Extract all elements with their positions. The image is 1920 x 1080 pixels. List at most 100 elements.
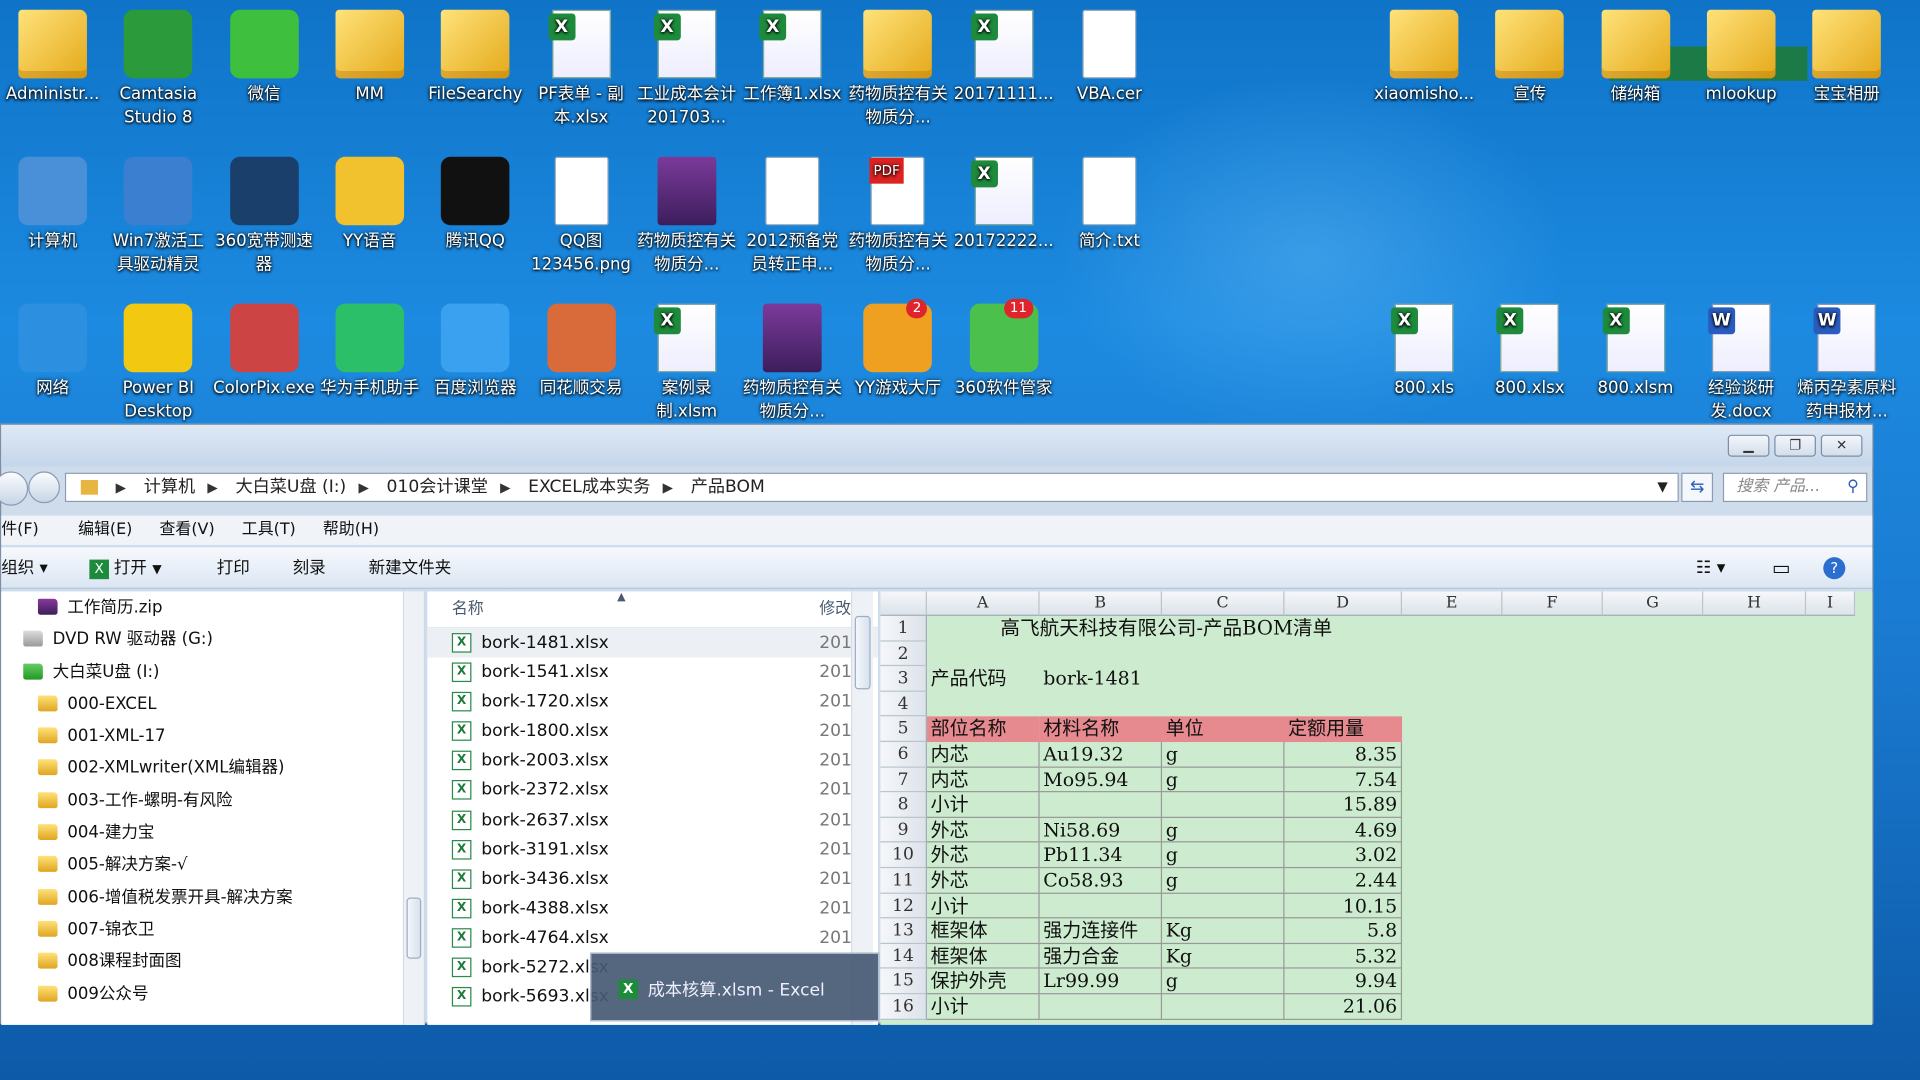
desktop-icon[interactable]: 华为手机助手 [317,303,422,401]
desktop-icon[interactable]: ColorPix.exe [211,303,316,401]
bom-cell[interactable]: 15.89 [1284,792,1403,818]
bom-cell[interactable]: 框架体 [926,918,1040,944]
nav-scroll-thumb[interactable] [406,897,422,959]
row-header[interactable]: 7 [880,767,927,793]
organize-button[interactable]: 组织 ▾ [1,547,48,589]
bom-cell[interactable]: 3.02 [1284,842,1403,869]
bom-cell[interactable]: 强力连接件 [1039,918,1163,944]
desktop-icon[interactable]: QQ图123456.png [528,156,633,277]
column-header[interactable]: F [1502,591,1603,616]
address-bar[interactable]: ▶ 计算机 ▶ 大白菜U盘 (I:) ▶ 010会计课堂 ▶ EXCEL成本实务 ▶ 产… [64,472,1679,503]
refresh-button[interactable]: ⇆ [1681,472,1714,503]
desktop-icon[interactable]: 药物质控有关物质分... [634,156,739,277]
nav-item[interactable]: 003-工作-螺明-有风险 [1,785,423,817]
row-header[interactable]: 11 [880,868,927,894]
nav-item[interactable]: 006-增值税发票开具-解决方案 [1,881,423,913]
view-options-icon[interactable]: ☷ ▾ [1696,547,1725,589]
bom-cell[interactable]: 小计 [926,792,1040,818]
bom-cell[interactable] [1162,792,1285,818]
breadcrumb-item[interactable]: EXCEL成本实务 [528,474,650,501]
bom-cell[interactable]: g [1162,817,1285,843]
minimize-button[interactable]: ▁ [1727,434,1770,457]
file-row[interactable]: Xbork-2003.xlsx 201 [427,746,878,776]
file-row[interactable]: Xbork-3436.xlsx 201 [427,864,878,894]
menu-tools[interactable]: 工具(T) [242,516,296,545]
taskbar-thumbnail[interactable]: X 成本核算.xlsm - Excel [590,952,880,1022]
desktop-icon[interactable]: 20171111... [951,9,1056,107]
column-header[interactable]: C [1162,591,1285,616]
bom-cell[interactable] [1162,893,1285,919]
desktop-icon[interactable]: VBA.cer [1057,9,1162,107]
desktop-icon[interactable]: PF表单 - 副本.xlsx [528,9,633,130]
bom-cell[interactable]: 21.06 [1284,994,1403,1020]
bom-cell[interactable] [1162,994,1285,1020]
row-header[interactable]: 10 [880,842,927,869]
bom-cell[interactable]: 小计 [926,893,1040,919]
bom-cell[interactable]: 小计 [926,994,1040,1020]
breadcrumb-item[interactable]: 计算机 [144,474,195,501]
bom-cell[interactable] [1039,893,1163,919]
row-header[interactable]: 8 [880,792,927,818]
bom-cell[interactable]: 5.8 [1284,918,1403,944]
bom-cell[interactable]: 8.35 [1284,742,1403,768]
desktop-icon[interactable]: 腾讯QQ [423,156,528,254]
row-header[interactable]: 13 [880,918,927,944]
desktop-icon[interactable]: FileSearchy [423,9,528,107]
nav-item[interactable]: DVD RW 驱动器 (G:) [1,624,423,656]
row-header[interactable]: 14 [880,943,927,970]
bom-cell[interactable]: Mo95.94 [1039,767,1163,793]
file-row[interactable]: Xbork-2637.xlsx 201 [427,805,878,835]
bom-cell[interactable]: 外芯 [926,817,1040,843]
column-header[interactable]: I [1806,591,1856,616]
desktop-icon[interactable]: 宝宝相册 [1794,9,1899,107]
desktop-icon[interactable]: 同花顺交易 [528,303,633,401]
nav-item[interactable]: 005-解决方案-√ [1,849,423,881]
file-row[interactable]: Xbork-3191.xlsx 201 [427,835,878,865]
nav-item[interactable]: 004-建力宝 [1,817,423,849]
desktop-icon[interactable]: 药物质控有关物质分... [845,156,950,277]
desktop-icon[interactable]: 360宽带测速器 [211,156,316,277]
row-header[interactable]: 5 [880,716,927,743]
burn-button[interactable]: 刻录 [293,547,326,589]
bom-cell[interactable]: 10.15 [1284,893,1403,919]
nav-item[interactable]: 008课程封面图 [1,946,423,978]
bom-cell[interactable]: 9.94 [1284,969,1403,995]
desktop-icon[interactable]: 800.xlsm [1583,303,1688,401]
preview-pane-icon[interactable]: ▭ [1772,547,1791,589]
row-header[interactable]: 3 [880,666,927,692]
nav-item[interactable]: 001-XML-17 [1,720,423,752]
desktop-icon[interactable]: 20172222... [951,156,1056,254]
row-header[interactable]: 9 [880,817,927,843]
bom-cell[interactable]: 5.32 [1284,943,1403,970]
file-row[interactable]: Xbork-1541.xlsx 201 [427,658,878,688]
column-header[interactable]: D [1284,591,1403,616]
desktop-icon[interactable]: 简介.txt [1057,156,1162,254]
forward-button[interactable] [28,471,61,504]
desktop-icon[interactable]: YY语音 [317,156,422,254]
bom-cell[interactable]: Lr99.99 [1039,969,1163,995]
menu-help[interactable]: 帮助(H) [323,516,379,545]
desktop-icon[interactable]: 工业成本会计201703... [634,9,739,130]
bom-cell[interactable]: g [1162,969,1285,995]
column-header[interactable]: E [1402,591,1503,616]
nav-item[interactable]: 大白菜U盘 (I:) [1,656,423,688]
menu-view[interactable]: 查看(V) [160,516,215,545]
file-row[interactable]: Xbork-1720.xlsx 201 [427,687,878,717]
desktop-icon[interactable]: 计算机 [0,156,105,254]
bom-cell[interactable]: 外芯 [926,842,1040,869]
desktop-icon[interactable]: xiaomisho... [1371,9,1476,107]
bom-cell[interactable]: Co58.93 [1039,868,1163,894]
bom-cell[interactable]: Ni58.69 [1039,817,1163,843]
desktop-icon[interactable]: Power BI Desktop [106,303,211,424]
bom-cell[interactable]: g [1162,868,1285,894]
bom-cell[interactable]: g [1162,842,1285,869]
bom-cell[interactable]: g [1162,767,1285,793]
file-scroll-thumb[interactable] [854,615,871,690]
desktop-icon[interactable]: 2012预备党员转正申... [740,156,845,277]
bom-cell[interactable]: 内芯 [926,767,1040,793]
desktop-icon[interactable]: 微信 [211,9,316,107]
file-row[interactable]: Xbork-4764.xlsx 201 [427,923,878,953]
bom-cell[interactable]: Au19.32 [1039,742,1163,768]
menu-file[interactable]: 件(F) [1,516,39,545]
bom-cell[interactable]: 强力合金 [1039,943,1163,970]
